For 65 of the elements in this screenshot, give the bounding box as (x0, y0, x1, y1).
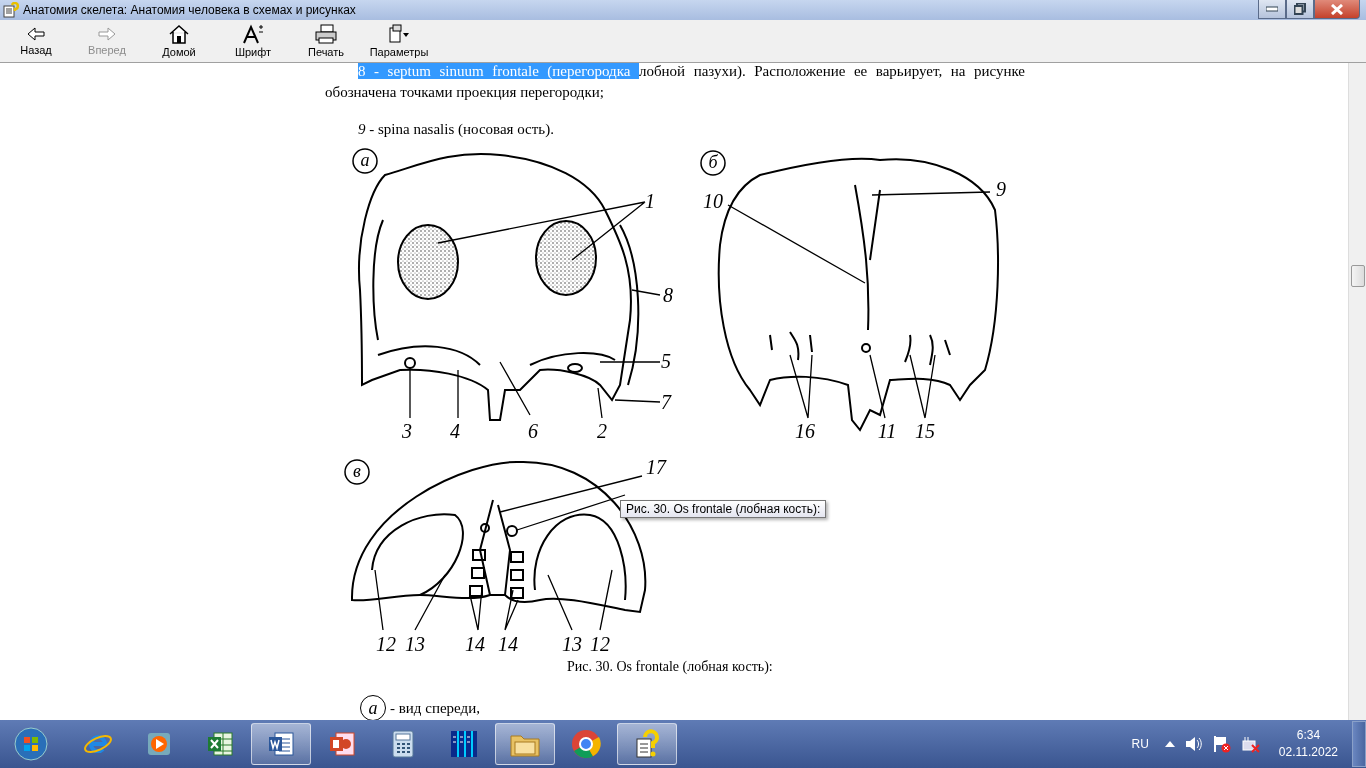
network-error-icon[interactable] (1240, 735, 1261, 753)
figure-label: 4 (450, 420, 460, 442)
figure-label: 14 (465, 633, 485, 655)
close-icon (1331, 3, 1343, 15)
figure-label: 8 (663, 284, 673, 306)
restore-icon (1294, 3, 1306, 15)
right-arrow-icon (97, 26, 117, 42)
figure-label: 12 (376, 633, 396, 655)
figure-label: 2 (597, 420, 607, 442)
figure-label: 6 (528, 420, 538, 442)
figure-label: 11 (877, 420, 897, 442)
printer-icon (315, 24, 337, 44)
paragraph: 8 - septum sinuum frontale (перегородка лобной пазухи). Расположение ее варьирует, на рисунке обозначена точками проекция перегородки; (325, 63, 1025, 102)
circle-segments-icon (571, 729, 601, 759)
figure-label: 7 (661, 391, 671, 413)
spreadsheet-icon (206, 730, 234, 758)
figure-label: 3 (402, 420, 412, 442)
left-arrow-icon (26, 26, 46, 42)
toolbar-button[interactable]: Домой (142, 21, 216, 61)
legend-text: - вид спереди, (390, 699, 480, 717)
panel-letter: а (352, 148, 378, 174)
figure-label: 1 (645, 190, 655, 212)
minimize-button[interactable] (1258, 0, 1286, 19)
figure-label: 12 (590, 633, 610, 655)
window-title: Анатомия скелета: Анатомия человека в схемах и рисунках (23, 3, 357, 17)
presentation-icon (328, 730, 356, 758)
speaker-icon[interactable] (1184, 736, 1203, 752)
tooltip: Рис. 30. Os frontale (лобная кость): (620, 500, 827, 518)
flag-error-icon[interactable] (1212, 735, 1231, 753)
figure-label: 16 (795, 420, 815, 442)
play-icon (146, 731, 172, 757)
toolbar-button[interactable]: Назад (0, 21, 72, 61)
figure-label: 5 (661, 350, 671, 372)
figure-label: 13 (562, 633, 582, 655)
figure-caption: Рис. 30. Os frontale (лобная кость): (566, 658, 774, 676)
figure-label: 9 (996, 178, 1006, 200)
toolbar-button[interactable]: Печать (290, 21, 362, 61)
figure-label: 14 (498, 633, 518, 655)
bookshelf-icon (449, 729, 479, 759)
up-caret-icon[interactable] (1164, 741, 1175, 747)
clock[interactable]: 6:34 02.11.2022 (1278, 727, 1338, 761)
close-button[interactable] (1314, 0, 1360, 19)
list-item-text: 9 - spina nasalis (носовая ость). (357, 120, 555, 139)
figure-label: 15 (915, 420, 935, 442)
taskbar-app-button[interactable] (251, 723, 311, 765)
calculator-icon (391, 730, 415, 758)
figure-label: 13 (405, 633, 425, 655)
maximize-button[interactable] (1286, 0, 1314, 19)
document-icon (267, 730, 295, 758)
taskbar-app-button[interactable] (495, 723, 555, 765)
toolbar-button[interactable]: Шрифт (217, 21, 289, 61)
font-letter-icon (242, 24, 264, 44)
vertical-scrollbar[interactable] (1348, 63, 1366, 720)
toolbar-button[interactable]: Параметры (363, 21, 435, 61)
figure-label: 17 (646, 456, 666, 478)
taskbar-app-button[interactable] (617, 723, 677, 765)
language-indicator[interactable]: RU (1131, 737, 1149, 751)
figure-label: 10 (703, 190, 723, 212)
house-icon (168, 24, 190, 44)
options-icon (388, 24, 410, 44)
minimize-icon (1266, 6, 1278, 12)
help-document-icon (3, 2, 19, 18)
help-document-icon (633, 729, 661, 759)
panel-letter: б (700, 150, 726, 176)
panel-letter: в (344, 459, 370, 485)
